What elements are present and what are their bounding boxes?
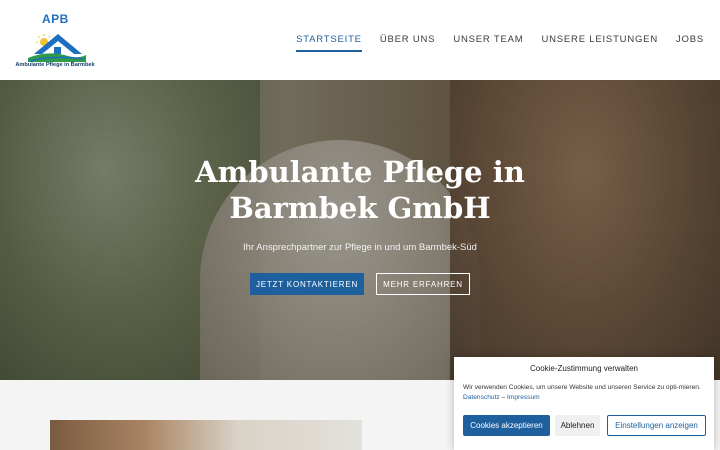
privacy-link[interactable]: Datenschutz [463,394,500,401]
contact-button[interactable]: JETZT KONTAKTIEREN [250,273,364,295]
accept-cookies-button[interactable]: Cookies akzeptieren [463,415,550,436]
logo-name: Ambulante Pflege in Barmbek [15,62,95,68]
content-image [50,420,362,450]
hero-section: Ambulante Pflege in Barmbek GmbH Ihr Ans… [0,80,720,380]
nav-item-unser-team[interactable]: UNSER TEAM [453,34,523,52]
cookie-link-separator: – [501,394,506,401]
nav-item-jobs[interactable]: JOBS [676,34,704,52]
hero-subtitle: Ihr Ansprechpartner zur Pflege in und um… [243,242,477,253]
hero-title-line1: Ambulante Pflege in [195,155,525,189]
site-logo[interactable]: APB Ambulante Pflege in Barmbek [14,12,96,72]
nav-item-ueber-uns[interactable]: ÜBER UNS [380,34,436,52]
cookie-settings-button[interactable]: Einstellungen anzeigen [607,415,706,436]
imprint-link[interactable]: Impressum [507,394,540,401]
logo-abbreviation: APB [42,12,69,26]
hero-title-line2: Barmbek GmbH [229,191,491,225]
site-header: APB Ambulante Pflege in Barmbek STARTSEI… [0,0,720,80]
cookie-text-block: Wir verwenden Cookies, um unsere Website… [463,383,707,403]
nav-item-unsere-leistungen[interactable]: UNSERE LEISTUNGEN [541,34,658,52]
learn-more-button[interactable]: MEHR ERFAHREN [376,273,470,295]
nav-item-startseite[interactable]: STARTSEITE [296,34,362,52]
house-sun-icon [28,34,86,62]
main-nav: STARTSEITE ÜBER UNS UNSER TEAM UNSERE LE… [296,34,704,52]
cookie-consent-banner: Cookie-Zustimmung verwalten Wir verwende… [454,357,714,450]
cookie-title: Cookie-Zustimmung verwalten [529,364,639,373]
deny-cookies-button[interactable]: Ablehnen [555,415,600,436]
hero-overlay [0,80,720,380]
hero-title: Ambulante Pflege in Barmbek GmbH [160,154,560,226]
cookie-text: Wir verwenden Cookies, um unsere Website… [463,384,701,391]
